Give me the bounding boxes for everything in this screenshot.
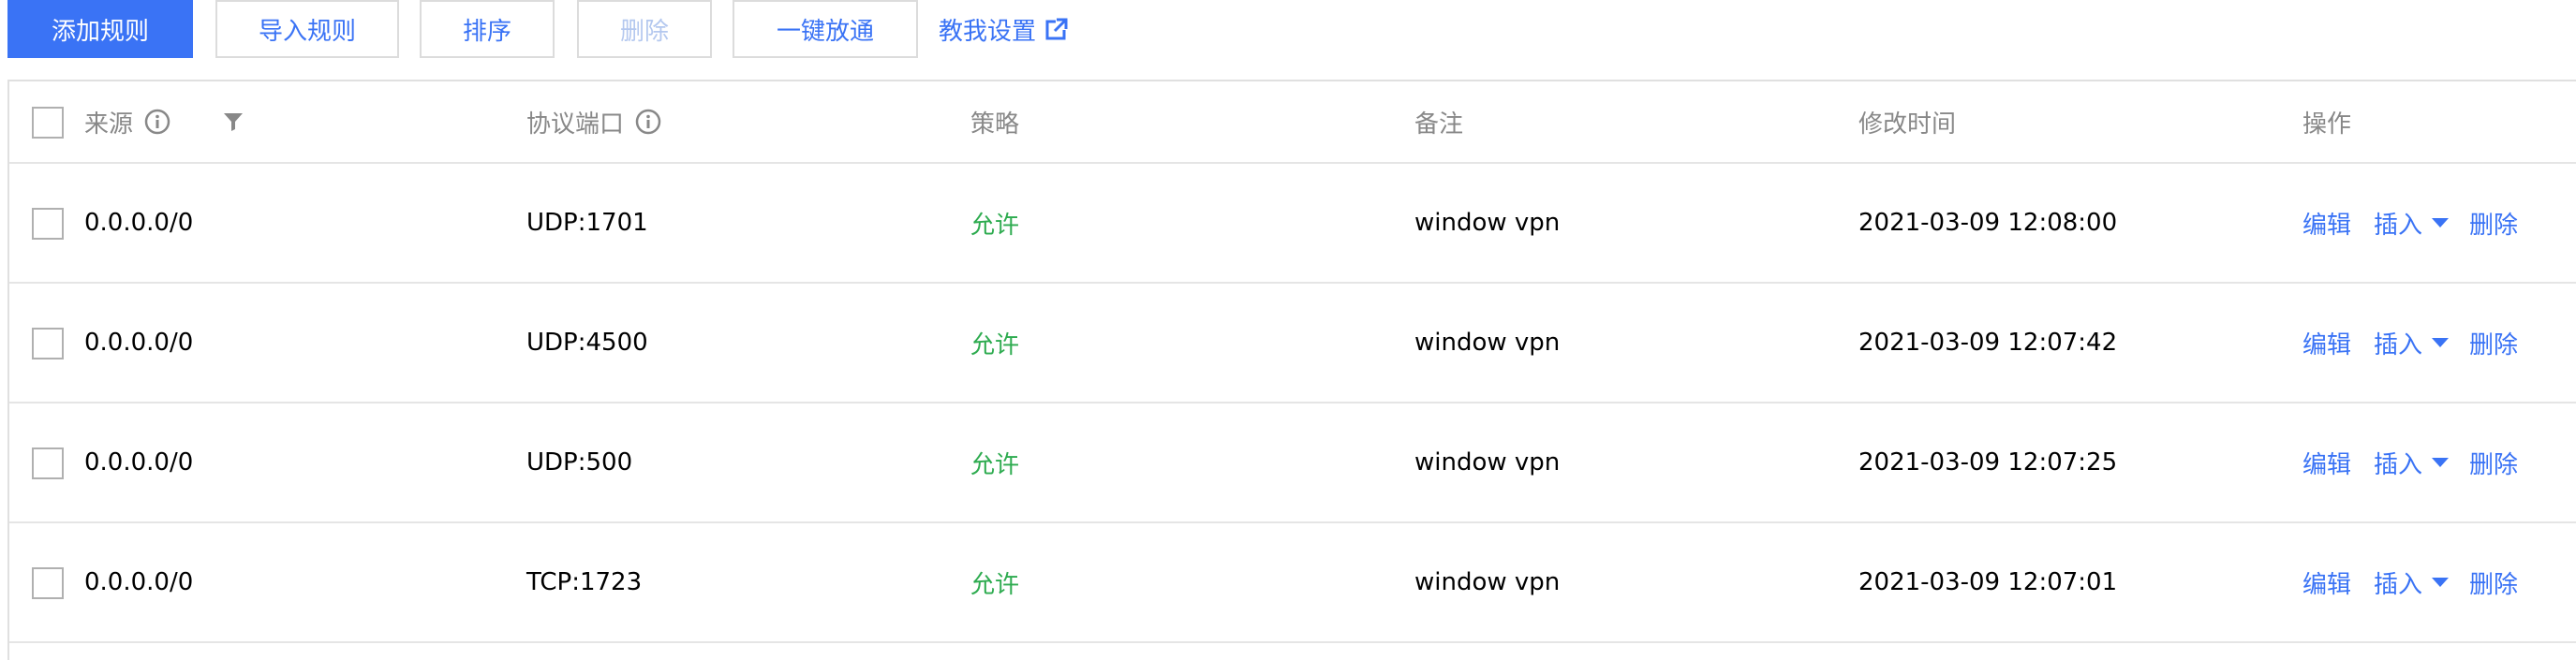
delete-button[interactable]: 删除: [577, 0, 712, 58]
cell-protocol-port: UDP:4500: [526, 329, 648, 357]
insert-label: 插入: [2374, 330, 2423, 359]
info-icon[interactable]: [635, 109, 661, 135]
insert-dropdown[interactable]: 插入: [2374, 403, 2450, 521]
column-protocol-port: 协议端口: [526, 81, 661, 162]
sort-label: 排序: [462, 17, 511, 46]
column-source: 来源: [84, 81, 170, 162]
import-rule-button[interactable]: 导入规则: [215, 0, 399, 58]
delete-link[interactable]: 删除: [2469, 523, 2518, 641]
cell-policy: 允许: [970, 211, 1020, 240]
insert-dropdown[interactable]: 插入: [2374, 284, 2450, 402]
table-row: 0.0.0.0/0 UDP:4500 允许 window vpn 2021-03…: [9, 284, 2576, 403]
cell-protocol-port: TCP:1723: [526, 568, 643, 596]
caret-down-icon: [2432, 458, 2450, 467]
cell-policy: 允许: [970, 330, 1020, 359]
delete-link[interactable]: 删除: [2469, 403, 2518, 521]
info-icon[interactable]: [144, 109, 170, 135]
external-link-icon: [1045, 18, 1069, 40]
insert-dropdown[interactable]: 插入: [2374, 523, 2450, 641]
cell-remark: window vpn: [1414, 329, 1561, 357]
open-all-label: 一键放通: [776, 17, 874, 46]
delete-link[interactable]: 删除: [2469, 284, 2518, 402]
edit-link[interactable]: 编辑: [2302, 403, 2351, 521]
cell-source: 0.0.0.0/0: [84, 209, 194, 237]
column-actions: 操作: [2302, 110, 2352, 139]
cell-source: 0.0.0.0/0: [84, 448, 194, 477]
open-all-button[interactable]: 一键放通: [733, 0, 918, 58]
table-header: 来源 协议端口 策略 备注 修改时间 操作: [9, 81, 2576, 164]
cell-policy: 允许: [970, 450, 1020, 479]
caret-down-icon: [2432, 338, 2450, 347]
add-rule-button[interactable]: 添加规则: [7, 0, 193, 58]
filter-icon[interactable]: [223, 81, 244, 162]
table-row: 0.0.0.0/0 TCP:1723 允许 window vpn 2021-03…: [9, 523, 2576, 643]
edit-link[interactable]: 编辑: [2302, 164, 2351, 282]
delete-link[interactable]: 删除: [2469, 164, 2518, 282]
insert-label: 插入: [2374, 450, 2423, 479]
row-checkbox[interactable]: [32, 567, 64, 599]
cell-modified: 2021-03-09 12:07:42: [1858, 329, 2118, 357]
cell-protocol-port: UDP:1701: [526, 209, 648, 237]
caret-down-icon: [2432, 218, 2450, 227]
edit-link[interactable]: 编辑: [2302, 523, 2351, 641]
insert-label: 插入: [2374, 211, 2423, 240]
cell-source: 0.0.0.0/0: [84, 568, 194, 596]
cell-source: 0.0.0.0/0: [84, 329, 194, 357]
table-row: 0.0.0.0/0 UDP:500 允许 window vpn 2021-03-…: [9, 403, 2576, 523]
column-remark: 备注: [1414, 110, 1464, 139]
guide-link[interactable]: 教我设置: [939, 0, 1069, 58]
cell-modified: 2021-03-09 12:08:00: [1858, 209, 2118, 237]
cell-policy: 允许: [970, 570, 1020, 599]
delete-label: 删除: [619, 17, 669, 46]
add-rule-label: 添加规则: [51, 17, 149, 46]
cell-remark: window vpn: [1414, 568, 1561, 596]
caret-down-icon: [2432, 578, 2450, 587]
select-all-checkbox[interactable]: [32, 107, 64, 139]
column-protocol-port-label: 协议端口: [526, 110, 625, 139]
cell-protocol-port: UDP:500: [526, 448, 633, 477]
cell-remark: window vpn: [1414, 448, 1561, 477]
column-modified: 修改时间: [1858, 110, 1957, 139]
column-source-label: 来源: [84, 110, 134, 139]
sort-button[interactable]: 排序: [420, 0, 555, 58]
cell-modified: 2021-03-09 12:07:01: [1858, 568, 2118, 596]
row-checkbox[interactable]: [32, 447, 64, 479]
row-checkbox[interactable]: [32, 328, 64, 359]
cell-modified: 2021-03-09 12:07:25: [1858, 448, 2118, 477]
column-policy: 策略: [970, 110, 1020, 139]
import-rule-label: 导入规则: [258, 17, 356, 46]
table-row: 0.0.0.0/0 UDP:1701 允许 window vpn 2021-03…: [9, 164, 2576, 284]
rules-table: 来源 协议端口 策略 备注 修改时间 操作 0.0.0.0/0 UDP:1701…: [7, 80, 2576, 660]
cell-remark: window vpn: [1414, 209, 1561, 237]
guide-label: 教我设置: [939, 17, 1037, 46]
edit-link[interactable]: 编辑: [2302, 284, 2351, 402]
insert-label: 插入: [2374, 570, 2423, 599]
insert-dropdown[interactable]: 插入: [2374, 164, 2450, 282]
row-checkbox[interactable]: [32, 208, 64, 240]
toolbar: 添加规则 导入规则 排序 删除 一键放通 教我设置: [0, 0, 2576, 60]
